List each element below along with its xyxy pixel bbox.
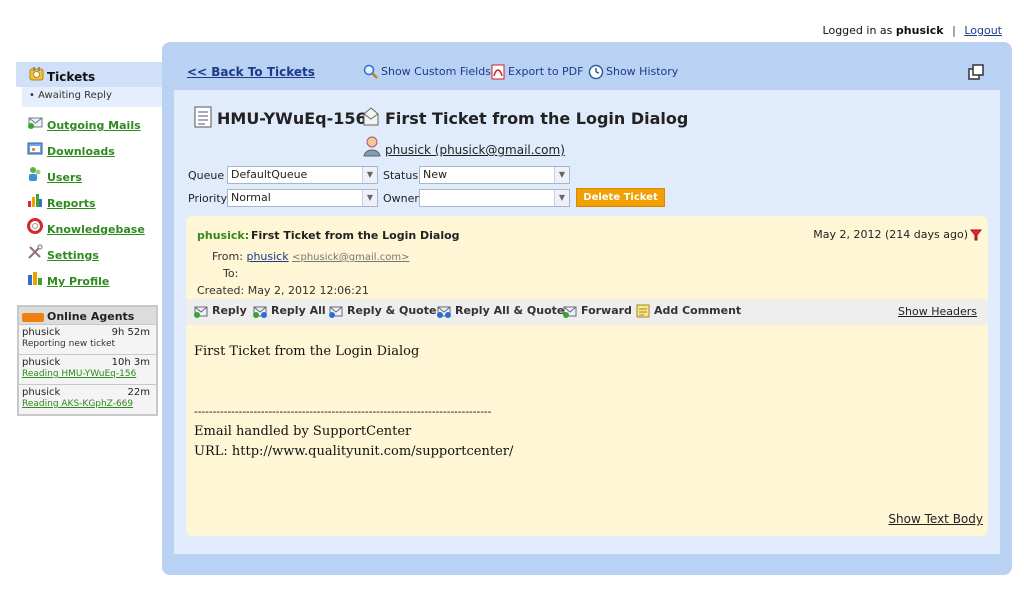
message-date: May 2, 2012 (214 days ago) <box>813 228 968 241</box>
ticket-id: HMU-YWuEq-156 <box>217 109 367 128</box>
ticket-title: HMU-YWuEq-156 First Ticket from the Logi… <box>193 106 688 132</box>
forward-button[interactable]: Forward <box>562 303 632 319</box>
popout-window-icon[interactable] <box>968 64 984 80</box>
reply-all-icon <box>253 306 267 318</box>
outgoing-mail-icon <box>28 117 43 129</box>
chevron-down-icon: ▼ <box>554 190 569 206</box>
sidebar-item-downloads[interactable]: Downloads <box>16 137 162 163</box>
sidebar-item-outgoing-mails[interactable]: Outgoing Mails <box>16 111 162 137</box>
sidebar-item-my-profile[interactable]: My Profile <box>16 267 162 293</box>
reports-icon <box>28 194 42 207</box>
from-email-link[interactable]: <phusick@gmail.com> <box>292 252 409 263</box>
message-to: To: <box>223 267 239 280</box>
agents-badge-icon <box>22 312 44 322</box>
chevron-down-icon: ▼ <box>362 190 377 206</box>
agent-activity-link[interactable]: Reading HMU-YWuEq-156 <box>22 369 152 379</box>
lifebuoy-icon <box>27 218 43 234</box>
export-pdf-button[interactable]: Export to PDF <box>490 64 583 80</box>
sidebar-item-users[interactable]: Users <box>16 163 162 189</box>
clock-icon <box>588 64 604 80</box>
add-comment-button[interactable]: Add Comment <box>635 303 741 319</box>
envelope-icon <box>363 107 379 126</box>
owner-label: Owner <box>383 192 419 205</box>
show-headers-link[interactable]: Show Headers <box>898 305 977 318</box>
ticket-subject: First Ticket from the Login Dialog <box>385 109 689 128</box>
back-to-tickets-link[interactable]: << Back To Tickets <box>187 65 315 79</box>
sidebar-item-tickets[interactable]: Tickets <box>16 62 162 87</box>
show-custom-fields-button[interactable]: Show Custom Fields <box>363 64 491 80</box>
reply-icon <box>194 306 208 318</box>
session-bar: Logged in as phusick | Logout <box>823 24 1002 37</box>
users-icon <box>29 167 41 181</box>
status-label: Status <box>383 169 419 182</box>
message-subject: First Ticket from the Login Dialog <box>251 229 460 242</box>
message-sender: phusick: <box>197 229 250 242</box>
priority-label: Priority <box>188 192 228 205</box>
status-select[interactable]: New ▼ <box>419 166 570 184</box>
queue-select[interactable]: DefaultQueue ▼ <box>227 166 378 184</box>
logout-link[interactable]: Logout <box>964 24 1002 37</box>
reply-button[interactable]: Reply <box>193 303 247 319</box>
separator: | <box>952 24 956 37</box>
online-agents-header: Online Agents <box>19 307 156 324</box>
reply-all-quote-icon <box>437 306 451 318</box>
message-created: Created: May 2, 2012 12:06:21 <box>197 284 369 297</box>
profile-icon <box>28 272 42 285</box>
agent-row: phusick 22m Reading AKS-KGphZ-669 <box>19 384 156 414</box>
delete-ticket-button[interactable]: Delete Ticket <box>576 188 665 207</box>
requester-link[interactable]: phusick (phusick@gmail.com) <box>385 143 565 157</box>
message-from: From: phusick <phusick@gmail.com> <box>212 250 410 263</box>
sidebar-subitem-awaiting-reply[interactable]: • Awaiting Reply <box>22 87 162 107</box>
ticket-toolbar: << Back To Tickets Show Custom Fields Ex… <box>187 64 984 84</box>
owner-select[interactable]: ▼ <box>419 189 570 207</box>
message-card: phusick: First Ticket from the Login Dia… <box>186 216 988 536</box>
agent-row: phusick 10h 3m Reading HMU-YWuEq-156 <box>19 354 156 384</box>
username: phusick <box>895 24 944 37</box>
settings-tools-icon <box>28 244 43 259</box>
sidebar-item-knowledgebase[interactable]: Knowledgebase <box>16 215 162 241</box>
agent-row: phusick 9h 52m Reporting new ticket <box>19 324 156 354</box>
sidebar-item-label: Tickets <box>47 70 96 84</box>
sidebar: Tickets • Awaiting Reply Outgoing Mails … <box>16 62 162 293</box>
message-actions: Reply Reply All Reply & Quote Reply All … <box>186 299 988 325</box>
pdf-icon <box>491 64 505 80</box>
reply-quote-icon <box>329 306 343 318</box>
agent-activity-link[interactable]: Reading AKS-KGphZ-669 <box>22 399 152 409</box>
sidebar-item-reports[interactable]: Reports <box>16 189 162 215</box>
logged-in-label: Logged in as <box>822 24 893 37</box>
show-text-body-link[interactable]: Show Text Body <box>888 512 983 526</box>
queue-label: Queue <box>188 169 225 182</box>
reply-all-quote-button[interactable]: Reply All & Quote <box>436 303 564 319</box>
online-agents-panel: Online Agents phusick 9h 52m Reporting n… <box>17 305 158 416</box>
document-icon <box>194 106 212 128</box>
forward-icon <box>563 306 577 318</box>
pin-icon[interactable] <box>968 227 984 243</box>
from-user-link[interactable]: phusick <box>246 250 288 263</box>
reply-all-button[interactable]: Reply All <box>252 303 326 319</box>
priority-select[interactable]: Normal ▼ <box>227 189 378 207</box>
reply-quote-button[interactable]: Reply & Quote <box>328 303 436 319</box>
chevron-down-icon: ▼ <box>554 167 569 183</box>
magnifier-icon <box>363 64 378 79</box>
comment-icon <box>636 304 650 318</box>
downloads-icon <box>27 142 43 155</box>
show-history-button[interactable]: Show History <box>588 64 678 80</box>
message-body: First Ticket from the Login Dialog -----… <box>194 344 514 459</box>
sidebar-item-settings[interactable]: Settings <box>16 241 162 267</box>
user-icon <box>363 136 381 157</box>
tickets-icon <box>29 67 44 81</box>
requester: phusick (phusick@gmail.com) <box>362 135 565 160</box>
chevron-down-icon: ▼ <box>362 167 377 183</box>
